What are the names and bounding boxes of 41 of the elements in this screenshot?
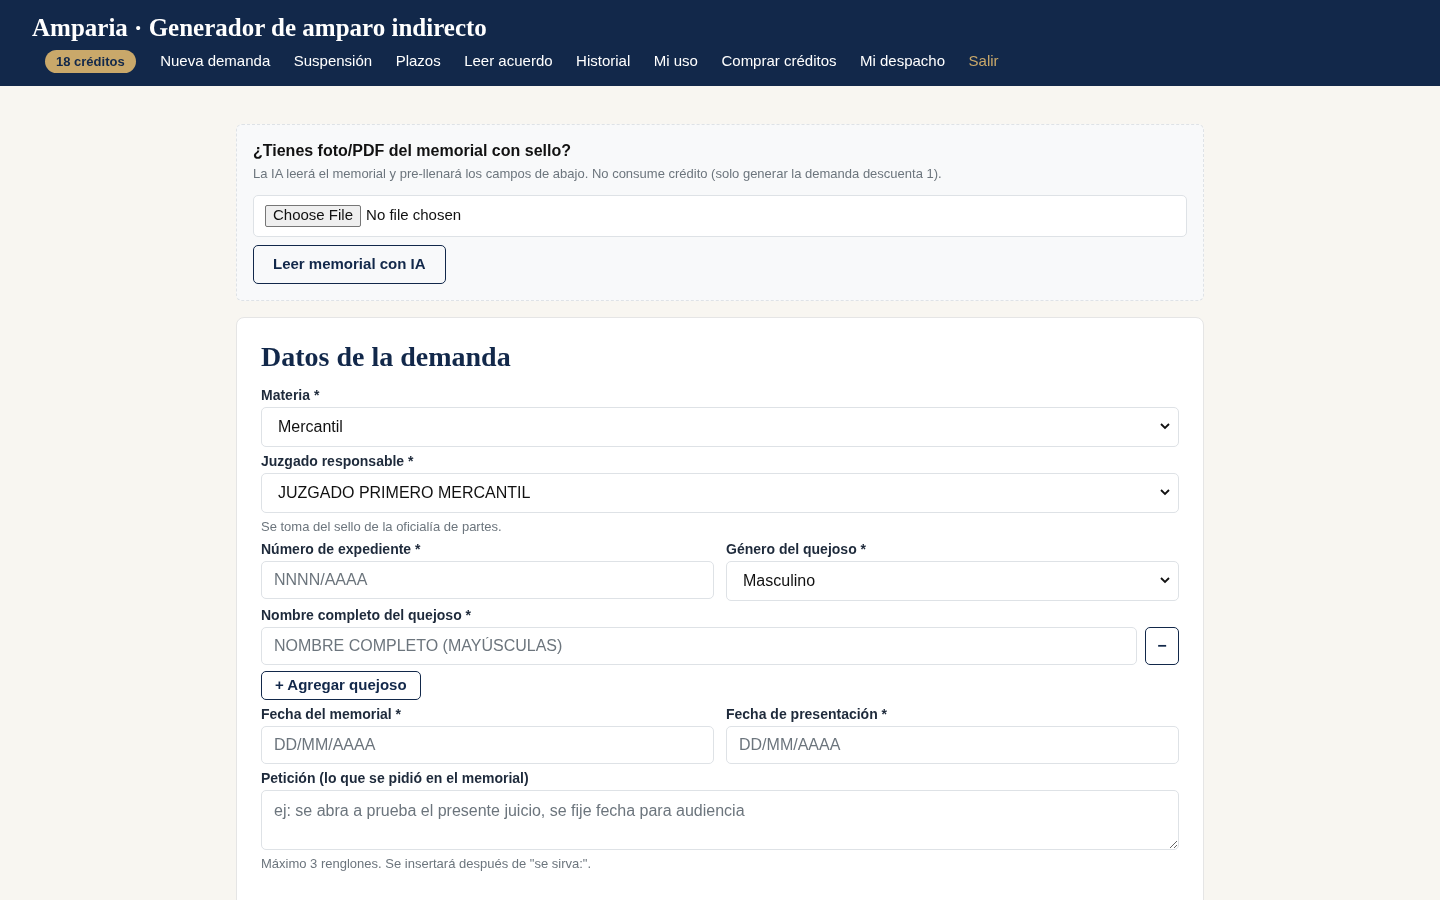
field-label: Número de expediente *	[261, 539, 422, 558]
nav-link[interactable]: Historial	[576, 50, 631, 73]
nav-link[interactable]: Suspensión	[293, 50, 373, 73]
app-title: Amparia · Generador de amparo indirecto	[32, 13, 488, 43]
nav-link[interactable]: Comprar créditos	[721, 50, 837, 73]
chevron-down-icon	[1160, 423, 1170, 430]
read-memorial-button[interactable]: Leer memorial con IA	[253, 244, 446, 284]
nav-link[interactable]: Salir	[968, 50, 999, 73]
text-area[interactable]: ej: se abra a prueba el presente juicio, se fije fecha para audiencia	[261, 789, 1179, 850]
select-field[interactable]: JUZGADO PRIMERO MERCANTIL	[261, 472, 1179, 513]
nav-link[interactable]: Mi despacho	[860, 50, 946, 73]
help-text: Máximo 3 renglones. Se insertará después de "se sirva:".	[261, 855, 593, 872]
chevron-down-icon	[1160, 489, 1170, 496]
card-title: ¿Tienes foto/PDF del memorial con sello?	[253, 141, 572, 161]
field-label: Género del quejoso *	[726, 539, 868, 558]
nav-link[interactable]: Plazos	[395, 50, 441, 73]
credits-badge: 18 créditos	[45, 50, 136, 73]
field-label: Fecha de presentación *	[726, 704, 889, 723]
select-field[interactable]: Mercantil	[261, 406, 1179, 447]
input-field[interactable]: NOMBRE COMPLETO (MAYÚSCULAS)	[261, 626, 1137, 665]
chevron-down-icon	[1160, 577, 1170, 584]
choose-file-button[interactable]: Choose File	[265, 204, 362, 227]
card-description: La IA leerá el memorial y pre-llenará los campos de abajo. No consume crédito (solo generar la demanda descuenta 1).	[253, 165, 943, 183]
add-quejoso-button[interactable]: + Agregar quejoso	[261, 670, 421, 700]
input-field[interactable]: DD/MM/AAAA	[261, 725, 714, 764]
nav-link[interactable]: Leer acuerdo	[464, 50, 553, 73]
help-text: Se toma del sello de la oficialía de partes.	[261, 518, 503, 535]
field-label: Materia *	[261, 385, 321, 404]
input-field[interactable]: DD/MM/AAAA	[726, 725, 1179, 764]
field-label: Petición (lo que se pidió en el memorial)	[261, 768, 530, 787]
field-label: Juzgado responsable *	[261, 451, 415, 470]
remove-button[interactable]: −	[1145, 626, 1179, 665]
file-status: No file chosen	[366, 205, 462, 226]
select-field[interactable]: Masculino	[726, 560, 1179, 601]
field-label: Fecha del memorial *	[261, 704, 403, 723]
form-title: Datos de la demanda	[261, 339, 512, 374]
input-field[interactable]: NNNN/AAAA	[261, 560, 714, 599]
nav-link[interactable]: Mi uso	[653, 50, 698, 73]
nav-link[interactable]: Nueva demanda	[160, 50, 271, 73]
field-label: Nombre completo del quejoso *	[261, 605, 473, 624]
file-input[interactable]: Choose File No file chosen	[253, 194, 1187, 237]
